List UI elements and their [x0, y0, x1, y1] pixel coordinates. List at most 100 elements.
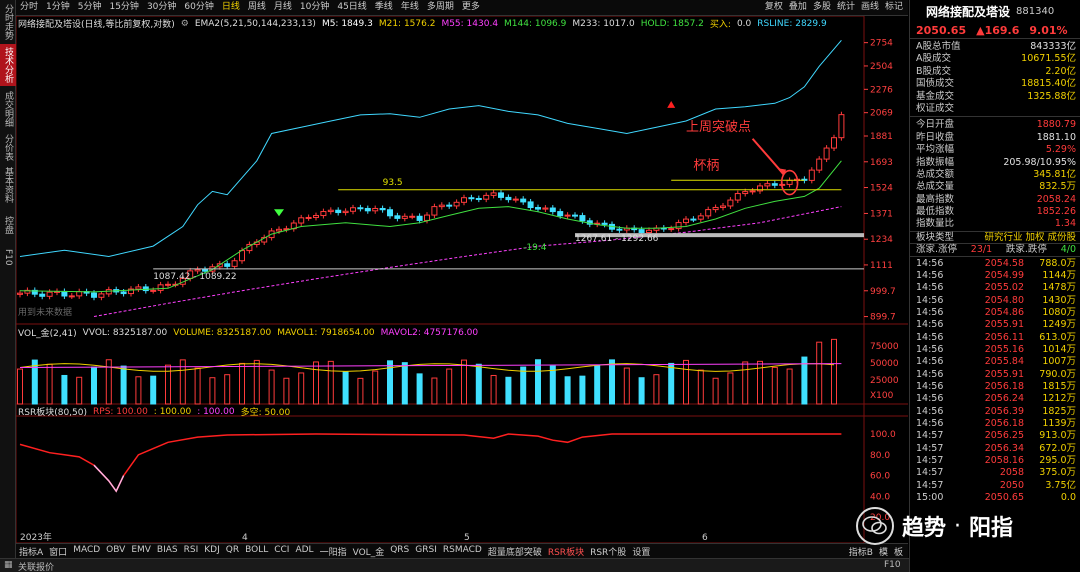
- stat-label: 基金成交: [916, 90, 955, 102]
- indicator-tab-12[interactable]: 一阳指: [317, 545, 350, 558]
- period-6[interactable]: 日线: [218, 0, 244, 15]
- indicator-tab-9[interactable]: BOLL: [242, 545, 271, 558]
- volume-bar: [520, 366, 527, 405]
- candle-body: [401, 215, 408, 219]
- candle-body: [771, 183, 778, 186]
- tool-button-0[interactable]: 复权: [762, 0, 786, 15]
- tick-price: 2056.11: [984, 331, 1024, 343]
- volume-bar: [831, 338, 837, 405]
- m21-value: M21: 1576.2: [378, 18, 436, 29]
- indicator-tab-13[interactable]: VOL_金: [350, 545, 388, 558]
- candle-body: [39, 293, 46, 297]
- indicator-tab-8[interactable]: QR: [223, 545, 242, 558]
- tick-list[interactable]: 14:56 2054.58 788.0万 14:56 2054.99 1144万 14:56…: [910, 255, 1080, 505]
- left-tab-2[interactable]: 成交明细: [0, 90, 16, 128]
- tool-button-2[interactable]: 多股: [810, 0, 834, 15]
- left-tab-5[interactable]: 控盘: [0, 208, 16, 242]
- period-0[interactable]: 分时: [16, 0, 42, 15]
- candle-body: [705, 209, 712, 217]
- tick-time: 14:56: [916, 319, 944, 331]
- indicator-tab-17[interactable]: 超量底部突破: [485, 545, 545, 558]
- tick-row: 15:00 2050.65 0.0: [910, 492, 1080, 504]
- period-5[interactable]: 60分钟: [180, 0, 217, 15]
- date-axis-label: 6: [702, 533, 708, 543]
- period-4[interactable]: 30分钟: [143, 0, 180, 15]
- period-3[interactable]: 15分钟: [105, 0, 142, 15]
- candle-body: [549, 207, 556, 213]
- tick-price: 2054.58: [984, 257, 1024, 269]
- sector-type-v2[interactable]: 加权: [1025, 232, 1044, 243]
- tool-button-5[interactable]: 标记: [882, 0, 906, 15]
- indicator-tab-18[interactable]: RSR板块: [545, 545, 587, 558]
- tick-price: 2054.86: [984, 307, 1024, 319]
- indicator-tab-6[interactable]: RSI: [181, 545, 202, 558]
- candle-body: [490, 192, 497, 196]
- period-7[interactable]: 周线: [244, 0, 270, 15]
- candle-body: [76, 291, 83, 297]
- sector-type-v3[interactable]: 成份股: [1047, 232, 1076, 243]
- period-12[interactable]: 年线: [397, 0, 423, 15]
- indicator-tab-5[interactable]: BIAS: [154, 545, 181, 558]
- candle-body: [239, 250, 245, 262]
- stat-row: 基金成交 1325.88亿: [910, 91, 1080, 103]
- indicator-tab-0[interactable]: 指标A: [16, 545, 46, 558]
- settings-icon[interactable]: ⚙: [181, 19, 189, 29]
- price-axis-label: 1524: [870, 184, 893, 194]
- stat-row: A股总市值 843333亿: [910, 41, 1080, 53]
- period-13[interactable]: 多周期: [423, 0, 458, 15]
- watermark-text-2: 阳指: [969, 516, 1014, 541]
- period-9[interactable]: 10分钟: [296, 0, 333, 15]
- candle-body: [165, 283, 171, 286]
- volume-bar: [505, 376, 512, 405]
- left-tab-0[interactable]: 分时走势: [0, 4, 16, 40]
- tick-time: 14:56: [916, 356, 944, 368]
- indicator-tab-10[interactable]: CCI: [271, 545, 292, 558]
- period-8[interactable]: 月线: [270, 0, 296, 15]
- status-left[interactable]: 关联报价: [18, 560, 54, 572]
- volume-value: VOLUME: 8325187.00: [173, 327, 272, 338]
- indicator-tab-11[interactable]: ADL: [292, 545, 316, 558]
- volume-axis-label: 75000: [870, 342, 899, 352]
- tool-button-4[interactable]: 画线: [858, 0, 882, 15]
- stat-row: 指数量比 1.34: [910, 218, 1080, 230]
- market-stats: A股总市值 843333亿 A股成交 10671.55亿 B股成交 2.20亿 国债成交 18…: [910, 38, 1080, 115]
- tick-time: 14:56: [916, 418, 944, 430]
- indicator-tab-1[interactable]: 窗口: [46, 545, 70, 558]
- stat-row: 总成交量 832.5万: [910, 181, 1080, 193]
- chart-area[interactable]: 2754 2504 2276 2069 1881 1693 1524 1371 1234 1111…: [16, 16, 908, 543]
- indicator-tab-20[interactable]: 设置: [629, 545, 653, 558]
- price-axis-label: 1881: [870, 132, 893, 142]
- tool-button-1[interactable]: 叠加: [786, 0, 810, 15]
- tick-row: 14:56 2055.84 1007万: [910, 356, 1080, 368]
- tool-button-3[interactable]: 统计: [834, 0, 858, 15]
- sector-type-v1[interactable]: 研究行业: [984, 232, 1022, 243]
- left-tab-3[interactable]: 分价表: [0, 132, 16, 162]
- candle-body: [616, 228, 623, 231]
- grid-icon[interactable]: ▦: [4, 560, 13, 570]
- tick-row: 14:56 2056.39 1825万: [910, 406, 1080, 418]
- stat-row: A股成交 10671.55亿: [910, 53, 1080, 65]
- indicator-tab-2[interactable]: MACD: [70, 545, 103, 558]
- indicator-tab-4[interactable]: EMV: [128, 545, 154, 558]
- period-2[interactable]: 5分钟: [74, 0, 106, 15]
- period-14[interactable]: 更多: [458, 0, 484, 15]
- indicator-tab-16[interactable]: RSMACD: [440, 545, 485, 558]
- tick-price: 2056.18: [984, 418, 1024, 430]
- indicator-tab-14[interactable]: QRS: [387, 545, 412, 558]
- left-tab-4[interactable]: 基本资料: [0, 166, 16, 204]
- period-1[interactable]: 1分钟: [42, 0, 74, 15]
- tick-volume: 1478万: [1042, 282, 1076, 294]
- stat-label: 国债成交: [916, 78, 955, 90]
- indicator-tab-7[interactable]: KDJ: [201, 545, 223, 558]
- period-10[interactable]: 45日线: [333, 0, 370, 15]
- status-right[interactable]: F10: [884, 560, 901, 570]
- indicator-tab-19[interactable]: RSR个股: [587, 545, 629, 558]
- tick-volume: 375.0万: [1039, 467, 1076, 479]
- indicator-tab-3[interactable]: OBV: [103, 545, 128, 558]
- period-11[interactable]: 季线: [371, 0, 397, 15]
- left-tab-1[interactable]: 技术分析: [0, 44, 16, 86]
- stat-label: 最低指数: [916, 206, 955, 218]
- indicator-tab-15[interactable]: GRSI: [412, 545, 440, 558]
- tick-price: 2055.91: [984, 319, 1024, 331]
- left-tab-6[interactable]: F10: [0, 246, 16, 268]
